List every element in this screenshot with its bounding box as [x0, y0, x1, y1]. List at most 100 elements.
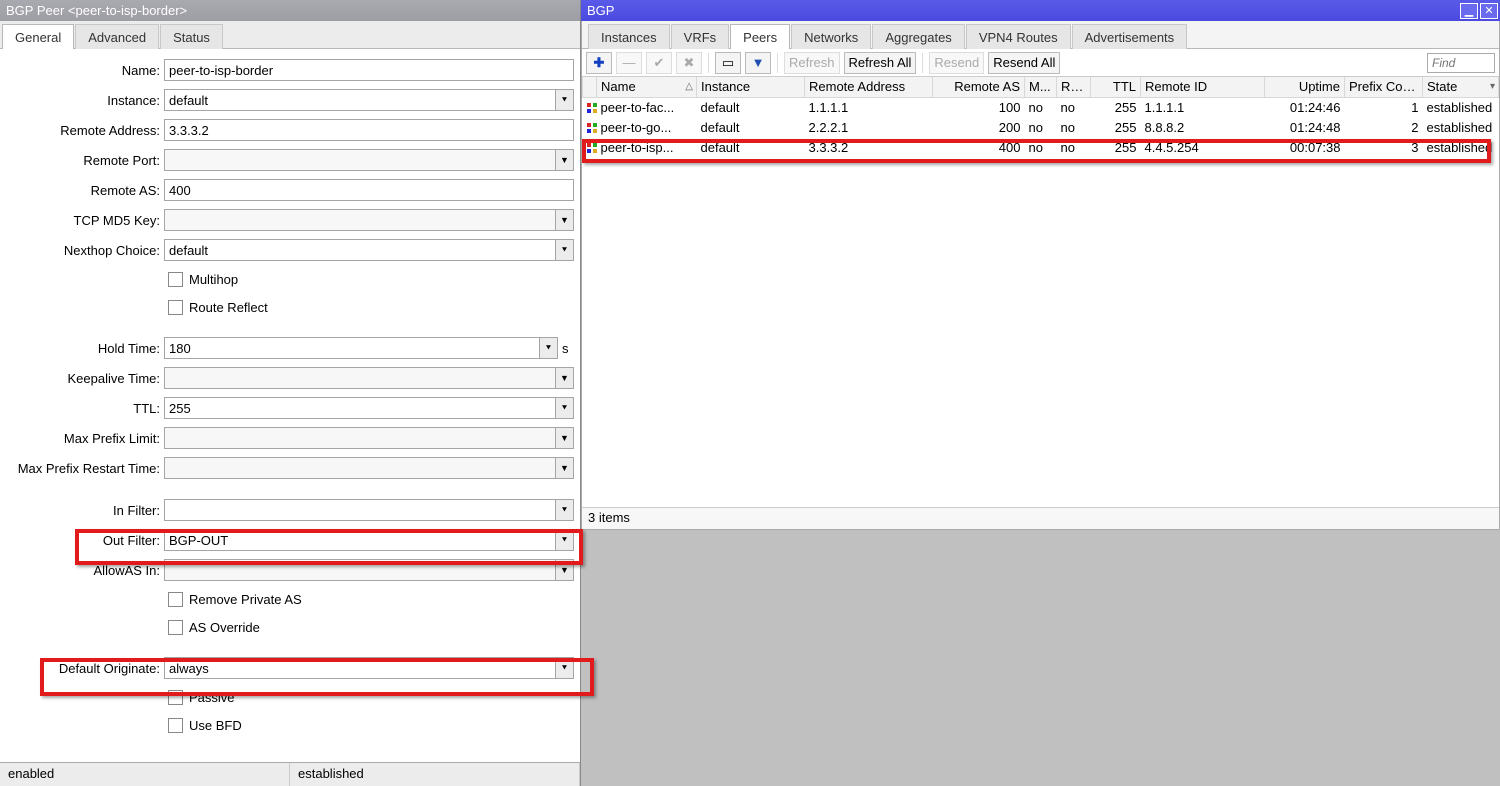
- col-instance[interactable]: Instance: [697, 77, 805, 97]
- hold-time-label: Hold Time:: [6, 341, 164, 356]
- col-remote-address[interactable]: Remote Address: [805, 77, 933, 97]
- remote-as-label: Remote AS:: [6, 183, 164, 198]
- tcp-md5-input[interactable]: [164, 209, 556, 231]
- table-row[interactable]: peer-to-isp...default3.3.3.2400nono2554.…: [583, 137, 1499, 157]
- col-ttl[interactable]: TTL: [1091, 77, 1141, 97]
- comment-button[interactable]: ▭: [715, 52, 741, 74]
- col-route-reflect[interactable]: Ro...: [1057, 77, 1091, 97]
- remote-port-label: Remote Port:: [6, 153, 164, 168]
- ttl-input[interactable]: [164, 397, 556, 419]
- peer-icon: [587, 103, 597, 113]
- route-reflect-label: Route Reflect: [189, 300, 268, 315]
- resend-button[interactable]: Resend: [929, 52, 984, 74]
- tab-vpn4-routes[interactable]: VPN4 Routes: [966, 24, 1071, 49]
- peer-icon: [587, 143, 597, 153]
- status-bar: enabled established: [0, 762, 580, 786]
- keepalive-dropdown-icon[interactable]: [556, 367, 574, 389]
- peers-grid[interactable]: Name△ Instance Remote Address Remote AS …: [582, 77, 1499, 507]
- max-prefix-restart-dropdown-icon[interactable]: [556, 457, 574, 479]
- remote-address-input[interactable]: [164, 119, 574, 141]
- window-title: BGP Peer <peer-to-isp-border>: [0, 0, 580, 21]
- name-label: Name:: [6, 63, 164, 78]
- disable-button[interactable]: ✖: [676, 52, 702, 74]
- max-prefix-restart-input[interactable]: [164, 457, 556, 479]
- nexthop-dropdown-icon[interactable]: [556, 239, 574, 261]
- ttl-dropdown-icon[interactable]: [556, 397, 574, 419]
- nexthop-input[interactable]: [164, 239, 556, 261]
- bgp-window-title: BGP ▁ ✕: [581, 0, 1500, 21]
- col-remote-as[interactable]: Remote AS: [933, 77, 1025, 97]
- in-filter-dropdown-icon[interactable]: [556, 499, 574, 521]
- as-override-checkbox[interactable]: [168, 620, 183, 635]
- filter-button[interactable]: ▼: [745, 52, 771, 74]
- allowas-dropdown-icon[interactable]: [556, 559, 574, 581]
- out-filter-label: Out Filter:: [6, 533, 164, 548]
- add-button[interactable]: ✚: [586, 52, 612, 74]
- tab-advertisements[interactable]: Advertisements: [1072, 24, 1188, 49]
- out-filter-input[interactable]: [164, 529, 556, 551]
- use-bfd-checkbox[interactable]: [168, 718, 183, 733]
- route-reflect-checkbox[interactable]: [168, 300, 183, 315]
- grid-header[interactable]: Name△ Instance Remote Address Remote AS …: [583, 77, 1499, 97]
- find-input[interactable]: [1427, 53, 1495, 73]
- passive-label: Passive: [189, 690, 235, 705]
- col-name[interactable]: Name△: [597, 77, 697, 97]
- passive-checkbox[interactable]: [168, 690, 183, 705]
- max-prefix-label: Max Prefix Limit:: [6, 431, 164, 446]
- close-icon[interactable]: ✕: [1480, 3, 1498, 19]
- max-prefix-dropdown-icon[interactable]: [556, 427, 574, 449]
- nexthop-label: Nexthop Choice:: [6, 243, 164, 258]
- resend-all-button[interactable]: Resend All: [988, 52, 1060, 74]
- tab-networks[interactable]: Networks: [791, 24, 871, 49]
- tab-vrfs[interactable]: VRFs: [671, 24, 730, 49]
- table-row[interactable]: peer-to-go...default2.2.2.1200nono2558.8…: [583, 117, 1499, 137]
- enable-button[interactable]: ✔: [646, 52, 672, 74]
- name-input[interactable]: [164, 59, 574, 81]
- max-prefix-input[interactable]: [164, 427, 556, 449]
- default-originate-dropdown-icon[interactable]: [556, 657, 574, 679]
- minimize-icon[interactable]: ▁: [1460, 3, 1478, 19]
- col-remote-id[interactable]: Remote ID: [1141, 77, 1265, 97]
- remove-private-as-label: Remove Private AS: [189, 592, 302, 607]
- col-multihop[interactable]: M...: [1025, 77, 1057, 97]
- form-area: Name: Instance: Remote Address: R: [0, 49, 580, 762]
- col-uptime[interactable]: Uptime: [1265, 77, 1345, 97]
- tab-aggregates[interactable]: Aggregates: [872, 24, 965, 49]
- hold-time-unit: s: [562, 341, 574, 356]
- tab-status[interactable]: Status: [160, 24, 223, 49]
- allowas-input[interactable]: [164, 559, 556, 581]
- in-filter-input[interactable]: [164, 499, 556, 521]
- use-bfd-label: Use BFD: [189, 718, 242, 733]
- instance-input[interactable]: [164, 89, 556, 111]
- peer-icon: [587, 123, 597, 133]
- hold-time-dropdown-icon[interactable]: [540, 337, 558, 359]
- tab-instances[interactable]: Instances: [588, 24, 670, 49]
- multihop-checkbox[interactable]: [168, 272, 183, 287]
- refresh-all-button[interactable]: Refresh All: [844, 52, 917, 74]
- remote-port-input[interactable]: [164, 149, 556, 171]
- bgp-window: BGP ▁ ✕ Instances VRFs Peers Networks Ag…: [581, 0, 1500, 786]
- remove-button[interactable]: —: [616, 52, 642, 74]
- refresh-button[interactable]: Refresh: [784, 52, 840, 74]
- as-override-label: AS Override: [189, 620, 260, 635]
- keepalive-label: Keepalive Time:: [6, 371, 164, 386]
- bgp-peer-window: BGP Peer <peer-to-isp-border> General Ad…: [0, 0, 581, 786]
- tab-peers[interactable]: Peers: [730, 24, 790, 49]
- remote-port-dropdown-icon[interactable]: [556, 149, 574, 171]
- instance-dropdown-icon[interactable]: [556, 89, 574, 111]
- table-row[interactable]: peer-to-fac...default1.1.1.1100nono2551.…: [583, 97, 1499, 117]
- col-state[interactable]: State▾: [1423, 77, 1499, 97]
- out-filter-dropdown-icon[interactable]: [556, 529, 574, 551]
- tcp-md5-dropdown-icon[interactable]: [556, 209, 574, 231]
- status-enabled: enabled: [0, 763, 290, 786]
- tab-advanced[interactable]: Advanced: [75, 24, 159, 49]
- tab-general[interactable]: General: [2, 24, 74, 49]
- default-originate-label: Default Originate:: [6, 661, 164, 676]
- col-prefix-count[interactable]: Prefix Count: [1345, 77, 1423, 97]
- default-originate-input[interactable]: [164, 657, 556, 679]
- allowas-label: AllowAS In:: [6, 563, 164, 578]
- hold-time-input[interactable]: [164, 337, 540, 359]
- remove-private-as-checkbox[interactable]: [168, 592, 183, 607]
- keepalive-input[interactable]: [164, 367, 556, 389]
- remote-as-input[interactable]: [164, 179, 574, 201]
